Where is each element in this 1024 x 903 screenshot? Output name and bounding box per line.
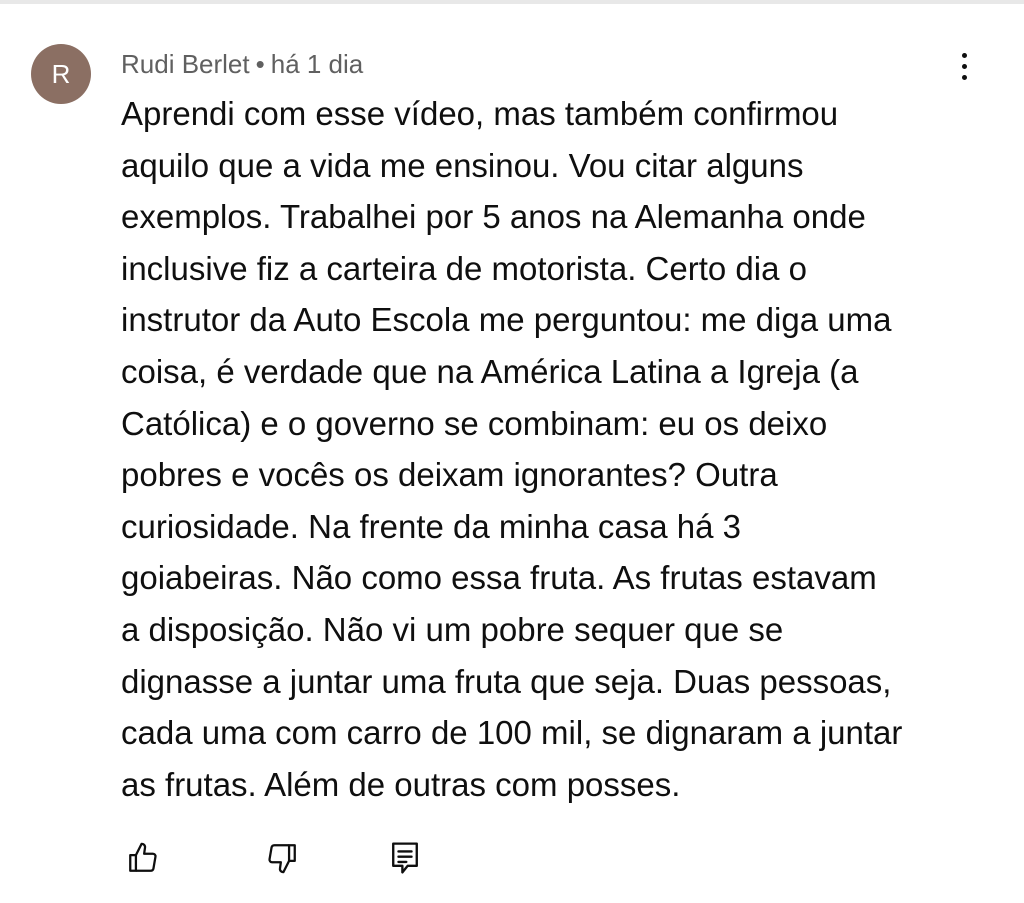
comment-line: pobres e vocês os deixam ignorantes? Out… [121, 456, 778, 494]
comment-line: goiabeiras. Não como essa fruta. As frut… [121, 559, 877, 597]
comment-header: Rudi Berlet • há 1 dia [121, 48, 363, 80]
top-divider [0, 0, 1024, 4]
reply-button[interactable] [383, 836, 427, 880]
comment-actions [121, 836, 441, 880]
comment-line: instrutor da Auto Escola me perguntou: m… [121, 301, 892, 339]
thumb-up-icon [129, 842, 157, 872]
comment-timestamp[interactable]: há 1 dia [271, 49, 364, 79]
comment-line: as frutas. Além de outras com posses. [121, 765, 681, 803]
comment-line: coisa, é verdade que na América Latina a… [121, 352, 859, 390]
more-options-button[interactable] [946, 46, 982, 86]
more-vertical-icon-dot [961, 63, 967, 69]
comment-line: inclusive fiz a carteira de motorista. C… [121, 249, 807, 287]
comment-line: curiosidade. Na frente da minha casa há … [121, 507, 742, 545]
comment-line: aquilo que a vida me ensinou. Vou citar … [121, 146, 804, 184]
comment-line: dignasse a juntar uma fruta que seja. Du… [121, 662, 892, 700]
author-name[interactable]: Rudi Berlet [121, 49, 250, 79]
comment-line: Católica) e o governo se combinam: eu os… [121, 404, 828, 442]
avatar[interactable]: R [31, 44, 91, 104]
header-separator: • [255, 49, 265, 79]
like-button[interactable] [121, 836, 165, 880]
comment-line: exemplos. Trabalhei por 5 anos na Aleman… [121, 198, 866, 236]
comment-line: a disposição. Não vi um pobre sequer que… [121, 610, 784, 648]
more-vertical-icon-dot [961, 52, 967, 58]
comment-line: Aprendi com esse vídeo, mas também confi… [121, 95, 839, 132]
thumb-down-icon [268, 844, 296, 874]
comment-text: Aprendi com esse vídeo, mas também confi… [121, 88, 951, 810]
more-vertical-icon-dot [961, 74, 967, 80]
comment-line: cada uma com carro de 100 mil, se dignar… [121, 714, 903, 752]
reply-comment-icon [392, 842, 418, 874]
dislike-button[interactable] [260, 836, 304, 880]
